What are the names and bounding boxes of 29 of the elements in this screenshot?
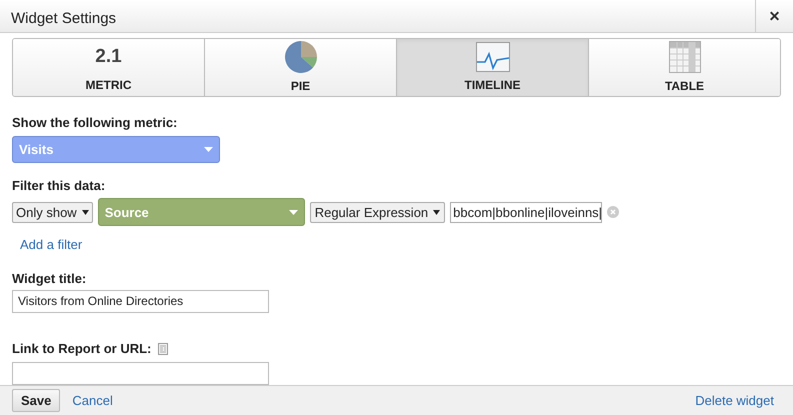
save-button[interactable]: Save	[12, 388, 60, 412]
field-label: Show the following metric:	[12, 114, 178, 132]
chart-type-tab[interactable]: 2.1 METRIC	[13, 39, 204, 96]
caret-icon	[204, 146, 213, 152]
mode-dropdown[interactable]: Only show	[12, 202, 93, 223]
close-button[interactable]: ×	[755, 0, 793, 32]
add-filter-link[interactable]: Add a filter	[20, 235, 82, 255]
caret-icon	[82, 210, 89, 215]
line-chart-icon	[476, 42, 510, 72]
document-icon[interactable]	[158, 343, 168, 356]
field-label: Widget title:	[12, 270, 88, 288]
table-icon	[668, 40, 700, 73]
caret-icon	[288, 210, 298, 215]
chart-type-tab[interactable]: TIMELINE	[396, 39, 588, 96]
cancel-link[interactable]: Cancel	[72, 390, 113, 410]
chart-type-tab[interactable]: TABLE	[588, 39, 780, 96]
chart-type-tab[interactable]: PIE	[204, 39, 396, 96]
caret-icon	[433, 210, 440, 215]
field-label: Filter this data:	[12, 176, 106, 195]
expression-field[interactable]: bbcom|bbonline|iloveinns|	[450, 202, 602, 223]
window-title: Widget Settings	[10, 9, 118, 29]
clear-icon[interactable]	[607, 206, 620, 218]
title-field[interactable]: Visitors from Online Directories	[12, 290, 269, 314]
delete-widget-link[interactable]: Delete widget	[695, 390, 774, 410]
field-label: Link to Report or URL:	[12, 340, 152, 358]
match-dropdown[interactable]: Regular Expression	[310, 202, 446, 223]
pie-chart-icon	[284, 40, 316, 73]
metric-value: 2.1	[95, 44, 122, 69]
link-field[interactable]	[12, 362, 269, 385]
